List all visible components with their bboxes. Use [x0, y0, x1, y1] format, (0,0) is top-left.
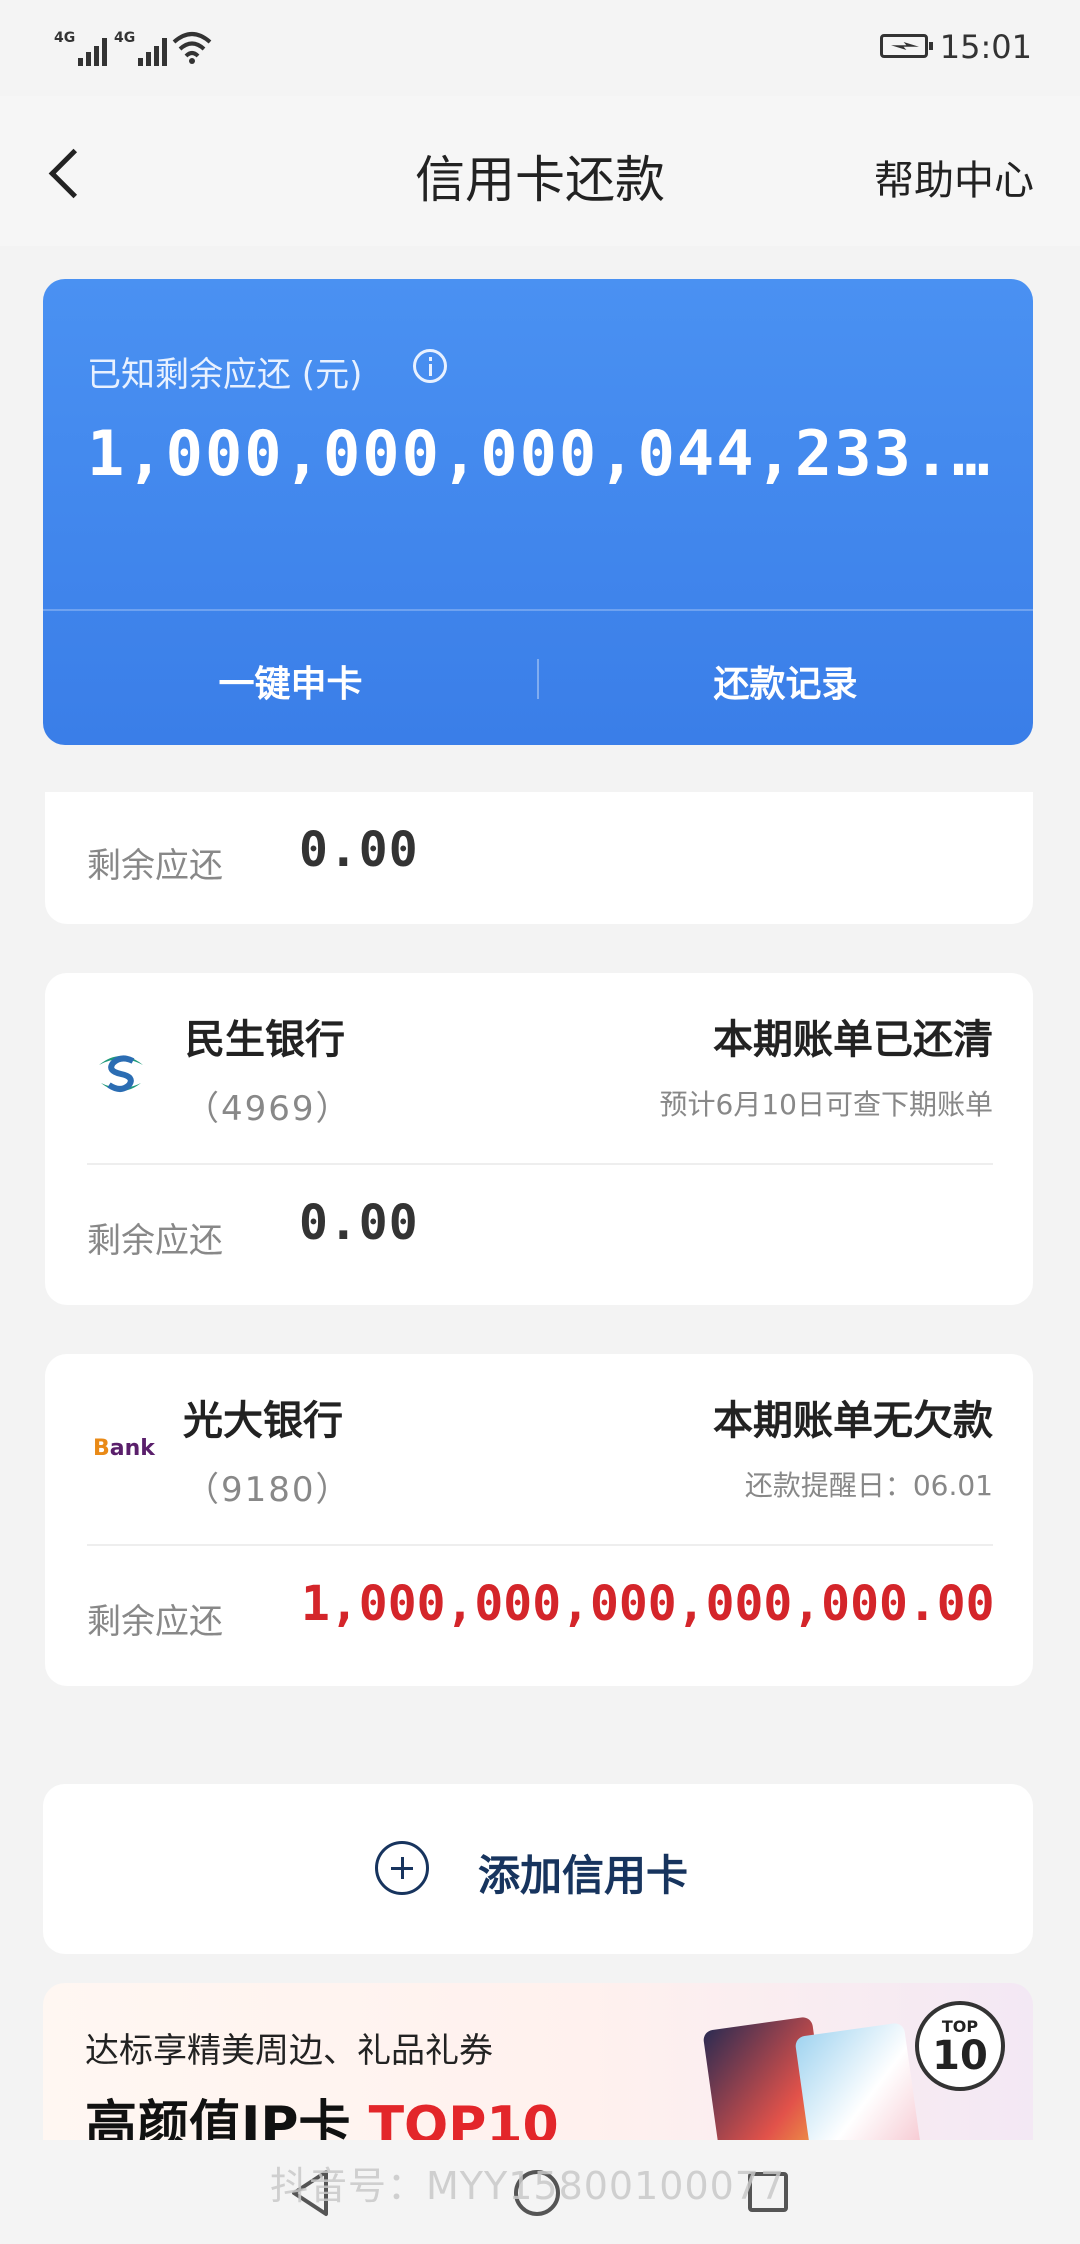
network-type: 4G: [114, 30, 136, 46]
remaining-label: 剩余应还: [87, 1221, 223, 1261]
remaining-value: 1,000,000,000,000,000.00: [301, 1576, 995, 1632]
banner-title: 高颜值IP卡 TOP10: [85, 2096, 559, 2143]
add-circle-icon: [375, 1841, 429, 1895]
top10-badge: TOP 10: [915, 2001, 1005, 2091]
remaining-label: 已知剩余应还 (元): [87, 355, 363, 395]
info-icon[interactable]: [413, 349, 447, 383]
bank-name: 光大银行: [183, 1398, 343, 1444]
repayment-records-button[interactable]: 还款记录: [538, 655, 1033, 707]
banner-subtitle: 达标享精美周边、礼品礼券: [85, 2031, 493, 2071]
watermark: 抖音号：MYY15800100077: [270, 2164, 786, 2208]
remaining-label: 剩余应还: [87, 1602, 223, 1642]
remaining-amount: 1,000,000,000,044,233.…: [87, 417, 992, 490]
card-number: （4969）: [185, 1089, 352, 1129]
bill-note: 预计6月10日可查下期账单: [659, 1088, 993, 1121]
remaining-value: 0.00: [299, 1195, 419, 1251]
clock: 15:01: [939, 28, 1032, 66]
card-number: （9180）: [185, 1470, 352, 1510]
ip-card-image: [794, 2022, 926, 2143]
remaining-label: 剩余应还: [87, 846, 223, 886]
bill-status: 本期账单无欠款: [713, 1398, 993, 1444]
summary-card: 已知剩余应还 (元) 1,000,000,000,044,233.… 一键申卡 …: [43, 279, 1033, 745]
credit-card-item[interactable]: 剩余应还 0.00: [45, 792, 1033, 924]
divider: [87, 1544, 993, 1546]
bank-name: 民生银行: [185, 1017, 345, 1063]
minsheng-bank-logo: [99, 1055, 143, 1092]
credit-card-item[interactable]: Bank 光大银行 （9180） 本期账单无欠款 还款提醒日：06.01 剩余应…: [45, 1354, 1033, 1686]
add-credit-card-button[interactable]: 添加信用卡: [43, 1784, 1033, 1954]
battery-icon: [880, 34, 933, 58]
apply-card-button[interactable]: 一键申卡: [43, 655, 538, 707]
credit-card-item[interactable]: 民生银行 （4969） 本期账单已还清 预计6月10日可查下期账单 剩余应还 0…: [45, 973, 1033, 1305]
divider: [43, 609, 1033, 611]
divider: [87, 1163, 993, 1165]
promo-banner[interactable]: 达标享精美周边、礼品礼券 高颜值IP卡 TOP10 TOP 10: [43, 1983, 1033, 2143]
repay-reminder: 还款提醒日：06.01: [744, 1469, 993, 1502]
nav-bar: 信用卡还款 帮助中心: [0, 96, 1080, 246]
remaining-value: 0.00: [299, 822, 419, 878]
bill-status: 本期账单已还清: [713, 1017, 993, 1063]
wifi-icon: [172, 32, 212, 64]
network-type: 4G: [54, 30, 76, 46]
add-card-label: 添加信用卡: [478, 1851, 689, 1900]
status-bar: 4G 4G 15:01: [0, 0, 1080, 96]
everbright-bank-logo: Bank: [93, 1436, 155, 1461]
help-center-link[interactable]: 帮助中心: [874, 148, 1034, 206]
